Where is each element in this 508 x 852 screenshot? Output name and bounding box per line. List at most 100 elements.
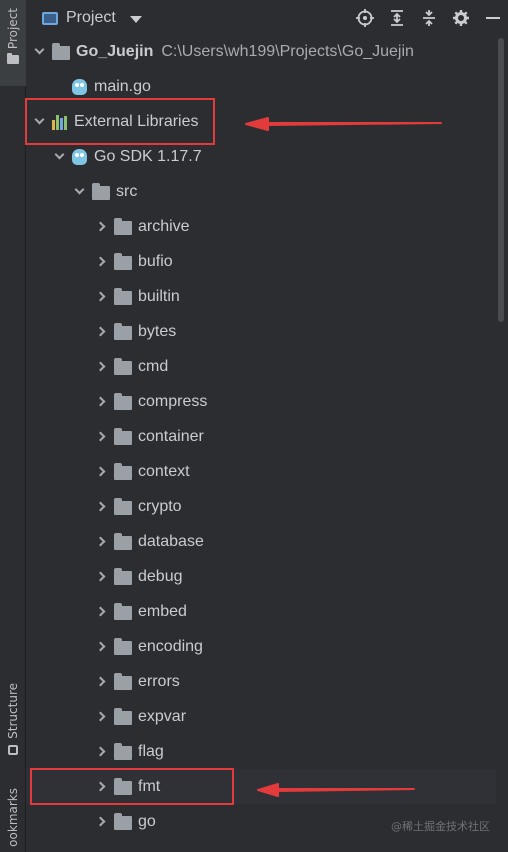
bookmarks-tool-tab[interactable]: ookmarks (0, 788, 26, 852)
folder-icon (114, 427, 132, 445)
folder-icon (7, 53, 19, 65)
folder-icon (114, 497, 132, 515)
package-name: bytes (138, 322, 177, 340)
go-sdk-icon (72, 148, 87, 165)
tree-row-package[interactable]: bufio (26, 244, 496, 279)
file-name: main.go (94, 77, 151, 95)
tree-row-package[interactable]: archive (26, 209, 496, 244)
tree-row-package[interactable]: errors (26, 664, 496, 699)
package-name: errors (138, 672, 180, 690)
folder-icon (92, 182, 110, 200)
tree-row-package[interactable]: compress (26, 384, 496, 419)
root-name: Go_Juejin (76, 42, 154, 60)
package-name: builtin (138, 287, 180, 305)
folder-icon (114, 392, 132, 410)
folder-icon (114, 287, 132, 305)
folder-icon (114, 532, 132, 550)
folder-icon (114, 357, 132, 375)
chevron-right-icon[interactable] (94, 290, 108, 304)
highlight-box-external-libraries (25, 98, 215, 145)
chevron-right-icon[interactable] (94, 430, 108, 444)
folder-icon (114, 602, 132, 620)
gear-icon[interactable] (450, 7, 472, 29)
node-label: src (116, 182, 138, 200)
project-tab-label: Project (6, 8, 20, 50)
folder-icon (52, 42, 70, 60)
root-path: C:\Users\wh199\Projects\Go_Juejin (161, 42, 414, 60)
chevron-right-icon[interactable] (94, 500, 108, 514)
tree-row-package[interactable]: database (26, 524, 496, 559)
package-name: compress (138, 392, 208, 410)
folder-icon (114, 707, 132, 725)
folder-icon (114, 322, 132, 340)
tree-row-package[interactable]: container (26, 419, 496, 454)
tree-row-package[interactable]: flag (26, 734, 496, 769)
package-name: archive (138, 217, 190, 235)
project-view-icon (42, 11, 58, 25)
tree-row-package[interactable]: crypto (26, 489, 496, 524)
chevron-right-icon[interactable] (94, 535, 108, 549)
chevron-right-icon[interactable] (94, 640, 108, 654)
package-name: flag (138, 742, 164, 760)
structure-icon (8, 744, 18, 755)
folder-icon (114, 672, 132, 690)
chevron-right-icon[interactable] (94, 325, 108, 339)
tree-row-package[interactable]: debug (26, 559, 496, 594)
highlight-box-fmt (30, 768, 234, 805)
tree-row-src[interactable]: src (26, 174, 496, 209)
package-name: container (138, 427, 204, 445)
folder-icon (114, 742, 132, 760)
chevron-right-icon[interactable] (94, 255, 108, 269)
chevron-right-icon[interactable] (94, 675, 108, 689)
package-name: database (138, 532, 204, 550)
tree-row-package[interactable]: expvar (26, 699, 496, 734)
chevron-right-icon[interactable] (94, 465, 108, 479)
tree-row-package[interactable]: context (26, 454, 496, 489)
chevron-right-icon[interactable] (94, 815, 108, 829)
package-name: debug (138, 567, 183, 585)
tool-window-strip: Project Structure ookmarks (0, 0, 26, 852)
expand-all-icon[interactable] (386, 7, 408, 29)
folder-icon (114, 567, 132, 585)
package-name: context (138, 462, 190, 480)
package-name: embed (138, 602, 187, 620)
tree-row-package[interactable]: cmd (26, 349, 496, 384)
package-name: cmd (138, 357, 169, 375)
panel-title[interactable]: Project (66, 9, 116, 27)
vertical-scrollbar[interactable] (498, 38, 504, 322)
chevron-down-icon[interactable] (52, 149, 66, 164)
package-name: go (138, 812, 156, 830)
locate-icon[interactable] (354, 7, 376, 29)
tree-row-root[interactable]: Go_Juejin C:\Users\wh199\Projects\Go_Jue… (26, 34, 496, 69)
folder-icon (114, 217, 132, 235)
annotation-arrow-icon (257, 783, 415, 797)
chevron-down-icon[interactable] (129, 15, 142, 23)
structure-tool-tab[interactable]: Structure (0, 683, 26, 769)
chevron-right-icon[interactable] (94, 570, 108, 584)
chevron-right-icon[interactable] (94, 745, 108, 759)
tree-row-package[interactable]: embed (26, 594, 496, 629)
project-tool-tab[interactable]: Project (0, 0, 26, 86)
folder-icon (114, 812, 132, 830)
chevron-down-icon[interactable] (72, 184, 86, 199)
chevron-down-icon[interactable] (32, 44, 46, 59)
bookmarks-tab-label: ookmarks (6, 788, 20, 847)
chevron-right-icon[interactable] (94, 395, 108, 409)
chevron-right-icon[interactable] (94, 360, 108, 374)
hide-icon[interactable] (482, 7, 504, 29)
node-label: Go SDK 1.17.7 (94, 147, 202, 165)
collapse-all-icon[interactable] (418, 7, 440, 29)
tree-row-package[interactable]: encoding (26, 629, 496, 664)
package-name: expvar (138, 707, 187, 725)
chevron-right-icon[interactable] (94, 220, 108, 234)
folder-icon (114, 637, 132, 655)
annotation-arrow-icon (245, 117, 442, 131)
chevron-right-icon[interactable] (94, 710, 108, 724)
package-name: crypto (138, 497, 182, 515)
tree-row-package[interactable]: bytes (26, 314, 496, 349)
tree-row-package[interactable]: builtin (26, 279, 496, 314)
chevron-right-icon[interactable] (94, 605, 108, 619)
project-panel-header: Project (26, 0, 508, 36)
folder-icon (114, 252, 132, 270)
package-name: bufio (138, 252, 173, 270)
